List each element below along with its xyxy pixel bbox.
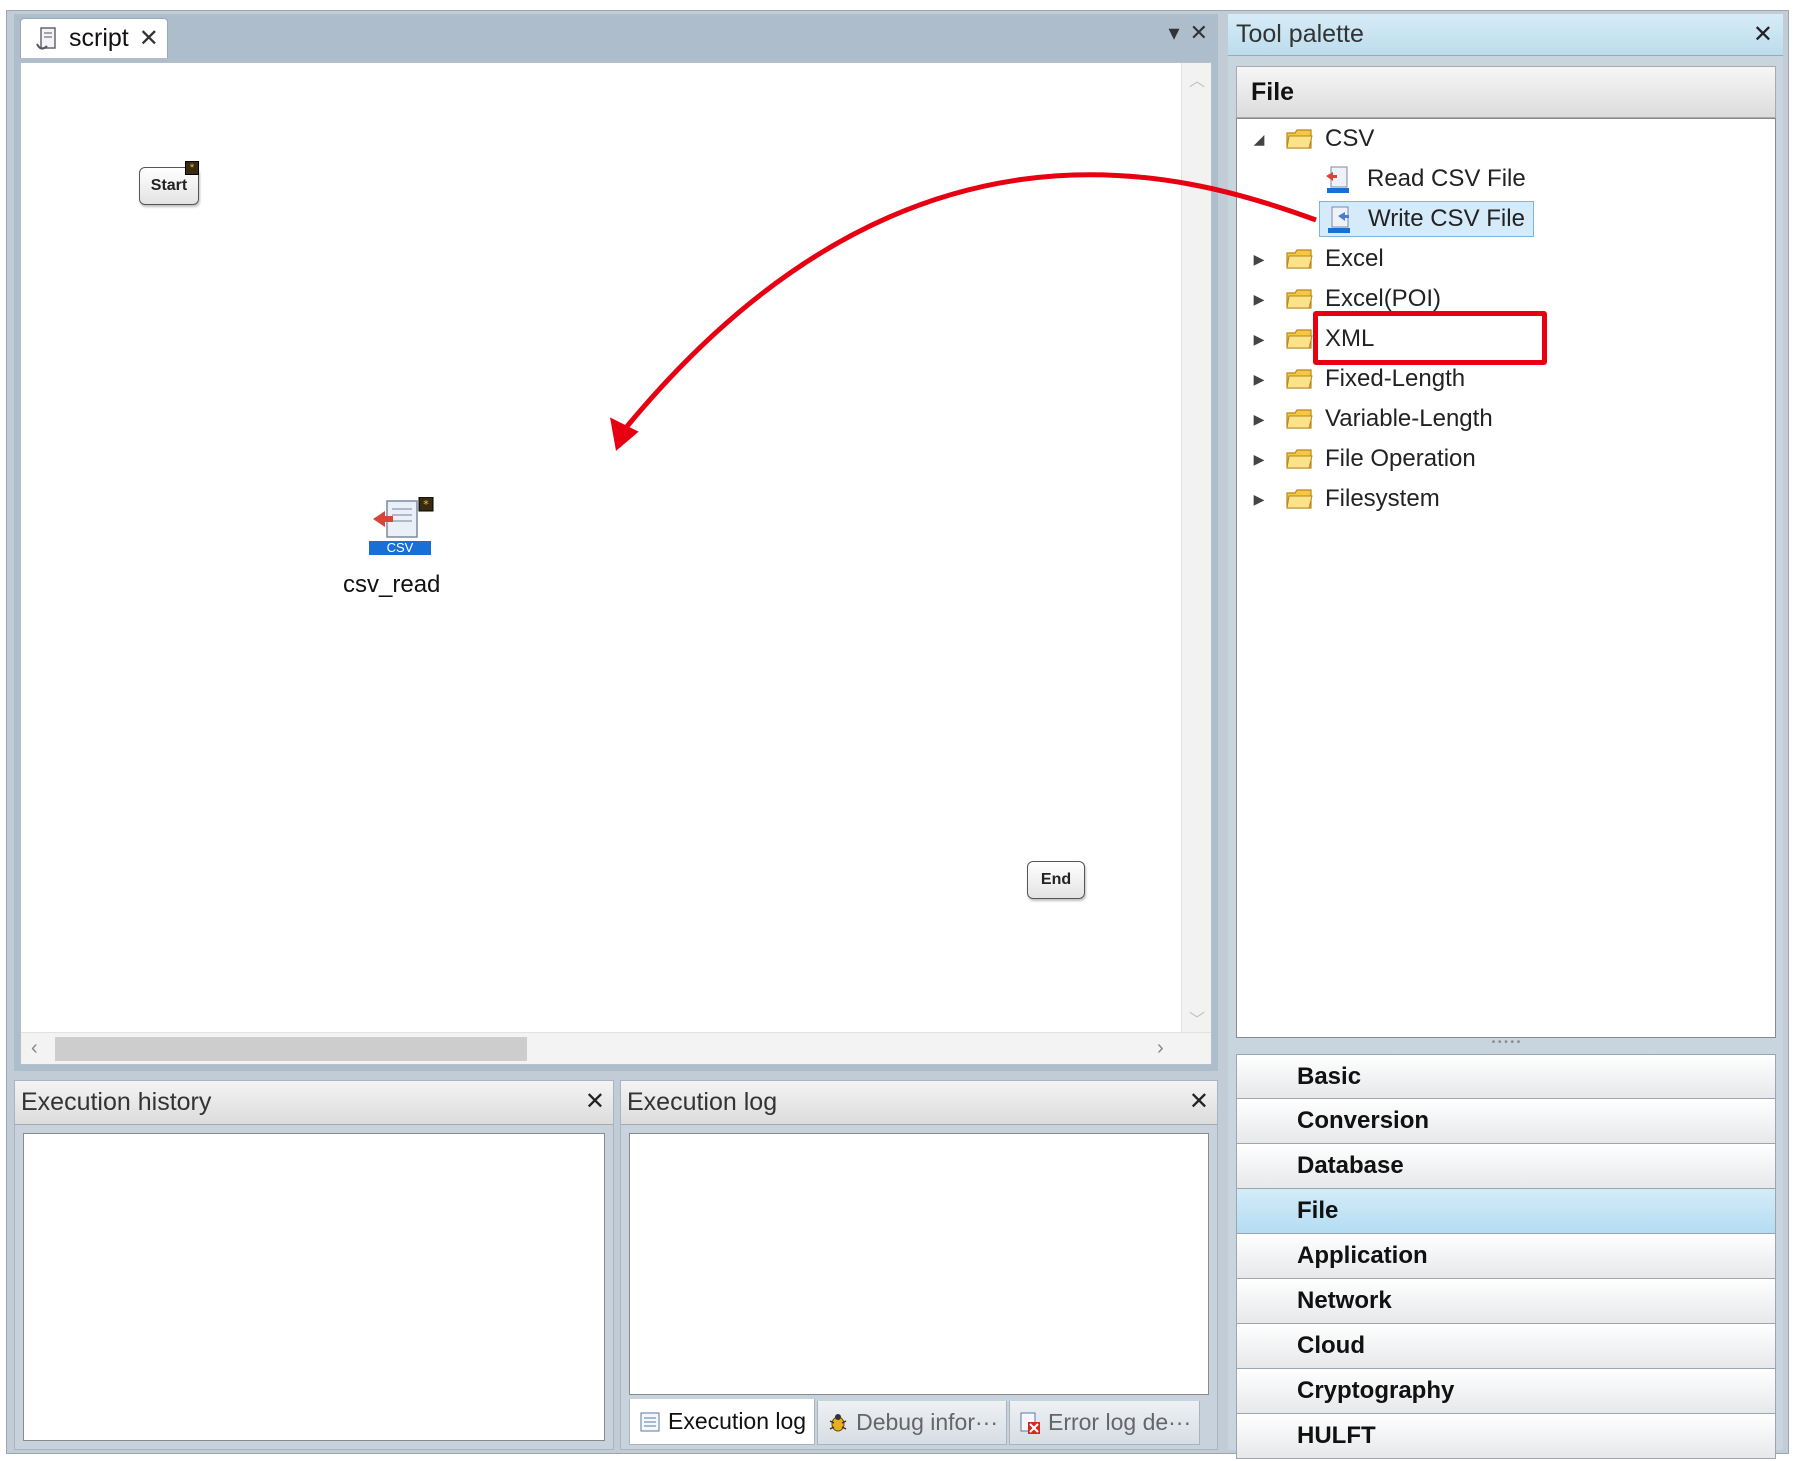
execution-log-header: Execution log <box>621 1081 1217 1125</box>
category-application[interactable]: Application <box>1236 1234 1776 1279</box>
folder-icon <box>1286 129 1313 149</box>
scrollbar-thumb[interactable] <box>55 1037 527 1061</box>
tab-script-label: script <box>69 24 129 52</box>
close-icon[interactable]: ✕ <box>1189 1087 1209 1116</box>
horizontal-scrollbar[interactable]: ‹ › <box>21 1032 1211 1064</box>
execution-log-panel: Execution log ✕ Execution log Debug info… <box>620 1080 1218 1450</box>
scroll-up-icon[interactable]: ︿ <box>1182 67 1212 91</box>
tab-label: Debug infor··· <box>856 1409 998 1435</box>
execution-log-title: Execution log <box>627 1088 778 1116</box>
tool-palette-title: Tool palette <box>1236 20 1364 48</box>
csv-icon-text: CSV <box>386 540 414 555</box>
tab-label: Execution log <box>668 1408 807 1434</box>
caret-right-icon[interactable]: ▶ <box>1247 371 1271 388</box>
category-cloud[interactable]: Cloud <box>1236 1324 1776 1369</box>
tab-execution-log[interactable]: Execution log <box>629 1399 816 1445</box>
category-conversion[interactable]: Conversion <box>1236 1099 1776 1144</box>
tree-item-write-csv-file[interactable]: Write CSV File <box>1319 199 1534 239</box>
folder-icon <box>1286 449 1313 469</box>
caret-right-icon[interactable]: ▶ <box>1247 251 1271 268</box>
log-icon <box>640 1412 660 1431</box>
scroll-right-icon[interactable]: › <box>1157 1037 1164 1060</box>
tree-item-label: Read CSV File <box>1367 165 1526 192</box>
scroll-down-icon[interactable]: ﹀ <box>1182 1006 1212 1030</box>
caret-right-icon[interactable]: ▶ <box>1247 451 1271 468</box>
caret-right-icon[interactable]: ▶ <box>1247 411 1271 428</box>
tree-folder-filesystem[interactable]: ▶ Filesystem <box>1247 479 1440 519</box>
category-network[interactable]: Network <box>1236 1279 1776 1324</box>
scroll-left-icon[interactable]: ‹ <box>31 1037 38 1060</box>
csv-read-label: csv_read <box>343 571 441 598</box>
folder-icon <box>1286 409 1313 429</box>
editor-controls: ▾ ✕ <box>1169 20 1208 46</box>
category-hulft[interactable]: HULFT <box>1236 1414 1776 1459</box>
palette-splitter[interactable]: • • • • • <box>1236 1038 1776 1052</box>
end-node[interactable]: End <box>1027 861 1085 899</box>
execution-log-tabs: Execution log Debug infor··· Error log d… <box>629 1399 1202 1445</box>
script-canvas[interactable]: Start * * CSV csv_read End ︿ ﹀ ‹ › <box>20 62 1212 1065</box>
tree-folder-csv[interactable]: ◢ CSV <box>1247 119 1375 159</box>
error-log-icon <box>1020 1412 1040 1434</box>
bug-icon <box>829 1413 847 1431</box>
tab-label: Error log de··· <box>1047 1409 1192 1435</box>
tree-item-label: File Operation <box>1325 445 1476 472</box>
category-database[interactable]: Database <box>1236 1144 1776 1189</box>
caret-right-icon[interactable]: ▶ <box>1247 491 1271 508</box>
tree-folder-file-operation[interactable]: ▶ File Operation <box>1247 439 1476 479</box>
component-tree: ◢ CSV Read CSV File Write CSV File ▶ Exc… <box>1236 118 1776 1038</box>
node-badge-icon: * <box>185 161 199 175</box>
tree-item-label: Variable-Length <box>1325 405 1493 432</box>
caret-right-icon[interactable]: ▶ <box>1247 331 1271 348</box>
folder-icon <box>1286 369 1313 389</box>
category-file[interactable]: File <box>1236 1189 1776 1234</box>
read-csv-icon <box>1326 166 1349 193</box>
category-cryptography[interactable]: Cryptography <box>1236 1369 1776 1414</box>
palette-category-list: Basic Conversion Database File Applicati… <box>1236 1054 1776 1459</box>
annotation-highlight-box <box>1313 311 1547 365</box>
tab-script[interactable]: script ✕ <box>20 18 168 58</box>
close-icon[interactable]: ✕ <box>1753 20 1773 49</box>
end-node-label: End <box>1040 871 1072 888</box>
folder-icon <box>1286 489 1313 509</box>
execution-history-panel: Execution history ✕ <box>14 1080 614 1450</box>
execution-history-title: Execution history <box>21 1088 212 1116</box>
execution-history-header: Execution history <box>15 1081 613 1125</box>
folder-icon <box>1286 289 1313 309</box>
tree-folder-excel[interactable]: ▶ Excel <box>1247 239 1384 279</box>
tree-item-label: Excel(POI) <box>1325 285 1442 312</box>
tree-folder-variable-length[interactable]: ▶ Variable-Length <box>1247 399 1493 439</box>
tree-item-read-csv-file[interactable]: Read CSV File <box>1323 159 1526 199</box>
folder-icon <box>1286 329 1313 349</box>
palette-section-title: File <box>1236 66 1776 118</box>
start-node-label: Start <box>150 177 188 194</box>
editor-tabbar: script ✕ ▾ ✕ <box>14 14 1218 58</box>
tree-item-label: Excel <box>1325 245 1384 272</box>
close-icon[interactable]: ✕ <box>139 24 159 53</box>
caret-right-icon[interactable]: ▶ <box>1247 291 1271 308</box>
script-editor-panel: script ✕ ▾ ✕ Start * * CSV csv_read End <box>14 14 1218 1071</box>
tab-error-log[interactable]: Error log de··· <box>1008 1401 1201 1445</box>
tree-item-label: CSV <box>1325 125 1375 152</box>
vertical-scrollbar[interactable]: ︿ ﹀ <box>1181 63 1211 1034</box>
folder-icon <box>1286 249 1313 269</box>
category-basic[interactable]: Basic <box>1236 1054 1776 1099</box>
close-icon[interactable]: ✕ <box>585 1087 605 1116</box>
close-icon[interactable]: ✕ <box>1190 20 1208 46</box>
tree-item-label: Filesystem <box>1325 485 1440 512</box>
tool-palette-header: Tool palette <box>1228 14 1783 56</box>
caret-down-icon[interactable]: ◢ <box>1247 131 1271 148</box>
execution-history-content <box>23 1133 605 1441</box>
dropdown-icon[interactable]: ▾ <box>1169 20 1180 46</box>
tab-debug-info[interactable]: Debug infor··· <box>817 1401 1007 1445</box>
tree-item-label: Write CSV File <box>1368 205 1525 232</box>
execution-log-content <box>629 1133 1209 1395</box>
tree-folder-fixed-length[interactable]: ▶ Fixed-Length <box>1247 359 1465 399</box>
svg-text:*: * <box>423 498 429 511</box>
write-csv-icon <box>1328 206 1350 233</box>
tree-item-label: Fixed-Length <box>1325 365 1466 392</box>
script-icon <box>36 26 56 50</box>
tool-palette-panel: Tool palette ✕ File ◢ CSV Read CSV File <box>1228 14 1783 1459</box>
